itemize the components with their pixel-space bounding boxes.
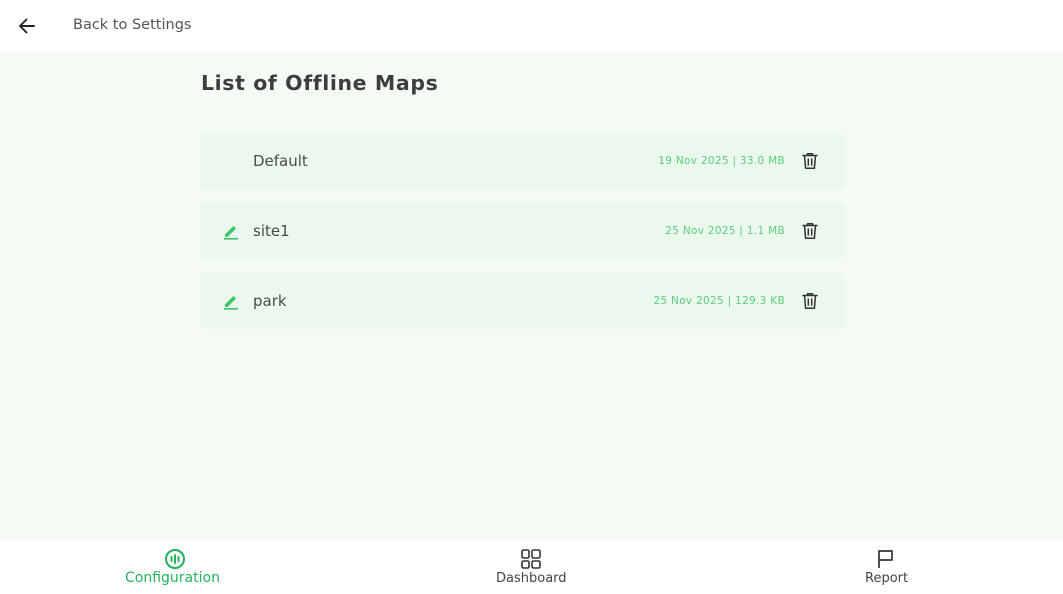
bottom-nav: Configuration Dashboard Report [0,540,1063,594]
flag-icon [878,550,893,568]
map-name: Default [253,152,308,170]
nav-dashboard[interactable]: Dashboard [480,540,582,594]
nav-configuration[interactable]: Configuration [110,540,240,594]
back-to-settings-link[interactable]: Back to Settings [73,17,191,33]
trash-icon[interactable] [800,291,820,311]
nav-label: Report [865,571,909,586]
map-date-size: 25 Nov 2025 | 129.3 KB [653,295,785,307]
offline-map-list: Default 19 Nov 2025 | 33.0 MB site1 25 N… [200,133,845,343]
pencil-icon[interactable] [222,222,240,240]
map-date-size: 19 Nov 2025 | 33.0 MB [658,155,785,167]
configuration-icon [165,549,185,569]
trash-icon[interactable] [800,221,820,241]
map-name: site1 [253,222,290,240]
nav-label: Configuration [125,570,220,586]
nav-label: Dashboard [496,571,567,586]
dashboard-icon [521,549,541,569]
nav-report[interactable]: Report [850,540,924,594]
map-date-size: 25 Nov 2025 | 1.1 MB [665,225,785,237]
map-name: park [253,292,287,310]
list-item[interactable]: site1 25 Nov 2025 | 1.1 MB [200,203,845,259]
trash-icon[interactable] [800,151,820,171]
arrow-left-icon [19,18,35,34]
main-content: List of Offline Maps Default 19 Nov 2025… [0,52,1063,540]
pencil-icon[interactable] [222,292,240,310]
back-button[interactable] [12,11,42,41]
top-bar: Back to Settings [0,0,1063,52]
list-item[interactable]: Default 19 Nov 2025 | 33.0 MB [200,133,845,189]
list-item[interactable]: park 25 Nov 2025 | 129.3 KB [200,273,845,329]
page-title: List of Offline Maps [201,71,439,95]
